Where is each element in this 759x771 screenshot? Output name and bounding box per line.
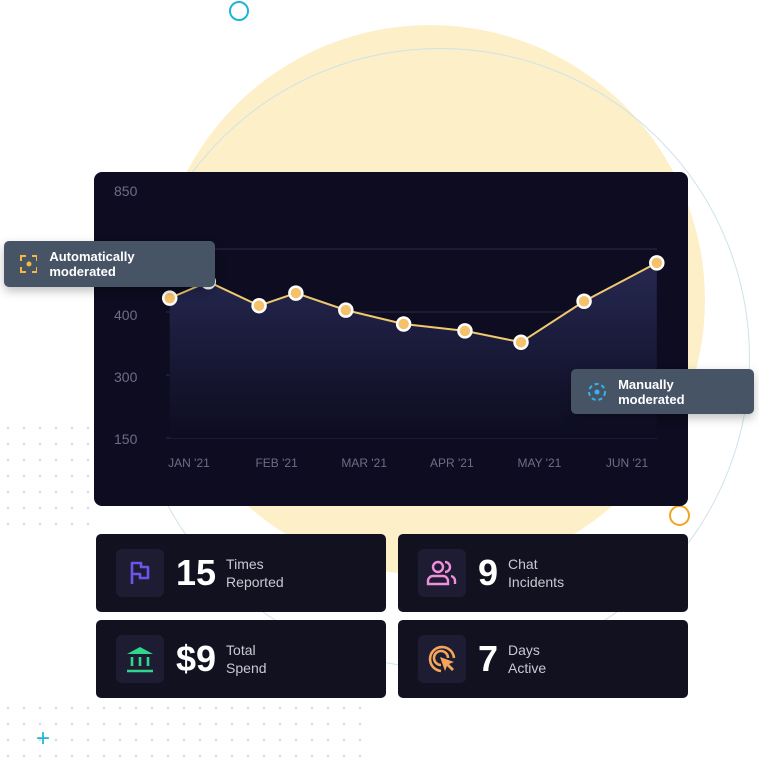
line-chart: 850 400 300 150 JAN '21 FEB '21 MAR '21 APR '21… — [114, 183, 665, 470]
decor-orange-circle — [669, 505, 690, 526]
stat-label: Times — [226, 556, 264, 572]
stat-value: 15 — [176, 552, 217, 593]
data-point — [395, 316, 412, 332]
y-tick-label: 400 — [114, 307, 138, 323]
y-tick-label: 850 — [114, 183, 138, 199]
tooltip-label: Manually moderated — [618, 376, 685, 407]
stat-card-reported: 15 Times Reported — [96, 534, 386, 612]
target-cursor-icon — [418, 635, 466, 683]
x-tick-label: FEB '21 — [255, 456, 298, 470]
tooltip-label: Automatically moderated — [49, 249, 135, 279]
stat-label: Total — [226, 642, 256, 658]
tooltip-auto-moderated: Automatically moderated — [4, 241, 215, 287]
focus-icon — [20, 255, 38, 273]
stat-card-spend: $9 Total Spend — [96, 620, 386, 698]
x-tick-label: MAR '21 — [341, 456, 387, 470]
tooltip-manual-moderated: Manually moderated — [571, 369, 754, 414]
stat-value: 7 — [478, 638, 499, 679]
stat-label: Incidents — [508, 574, 565, 590]
data-point — [338, 302, 354, 318]
data-point — [513, 334, 529, 350]
data-point — [288, 285, 304, 301]
bank-icon — [116, 635, 164, 683]
users-icon — [418, 549, 466, 597]
data-point — [649, 255, 665, 271]
y-tick-label: 150 — [114, 431, 138, 447]
decor-plus-icon: + — [36, 725, 51, 752]
stat-label: Active — [508, 660, 547, 676]
x-tick-label: JAN '21 — [168, 456, 210, 470]
data-point — [161, 290, 178, 306]
stat-label: Spend — [226, 660, 267, 676]
stat-label: Days — [508, 642, 540, 658]
y-tick-label: 300 — [114, 369, 138, 385]
data-point — [457, 323, 473, 339]
decor-dots — [0, 700, 370, 771]
decor-dots — [0, 420, 90, 530]
chart-panel: 850 400 300 150 JAN '21 FEB '21 MAR '21 APR '21… — [94, 172, 688, 506]
dashed-target-icon — [588, 382, 606, 401]
decor-cyan-circle — [229, 1, 249, 21]
data-point — [251, 297, 267, 314]
stat-value: 9 — [478, 552, 499, 593]
stat-value: $9 — [176, 638, 217, 679]
x-tick-label: APR '21 — [430, 456, 474, 470]
x-tick-label: MAY '21 — [517, 456, 561, 470]
stat-label: Reported — [226, 574, 284, 590]
flag-icon — [116, 549, 164, 597]
x-tick-label: JUN '21 — [606, 456, 649, 470]
stat-label: Chat — [508, 556, 538, 572]
stat-card-active: 7 Days Active — [398, 620, 688, 698]
data-point — [576, 293, 592, 310]
stat-card-chat: 9 Chat Incidents — [398, 534, 688, 612]
